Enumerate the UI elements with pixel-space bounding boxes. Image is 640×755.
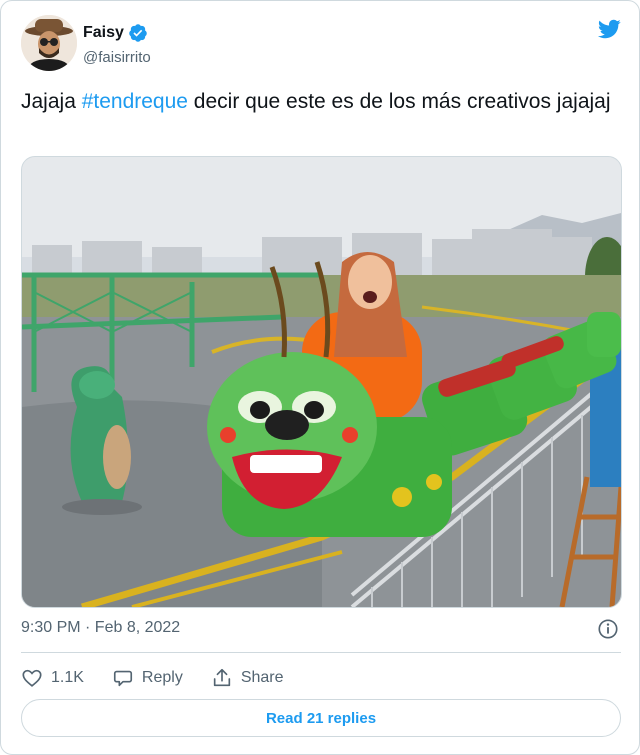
tweet-card: Faisy @faisirrito Jajaja #tendreque deci…: [0, 0, 640, 755]
avatar[interactable]: [21, 15, 77, 71]
share-icon: [213, 668, 230, 687]
read-replies-button[interactable]: Read 21 replies: [21, 699, 621, 737]
tweet-text: Jajaja #tendreque decir que este es de l…: [21, 87, 621, 116]
twitter-bird-icon[interactable]: [595, 17, 623, 41]
author-handle[interactable]: @faisirrito: [83, 49, 151, 66]
share-button[interactable]: Share: [211, 667, 284, 689]
tweet-photo[interactable]: [21, 156, 622, 608]
author-name[interactable]: Faisy: [83, 23, 148, 43]
share-label: Share: [240, 669, 284, 686]
photo-illustration: [22, 157, 621, 607]
divider: [21, 652, 621, 653]
like-count: 1.1K: [51, 669, 84, 686]
reply-bubble-icon: [113, 670, 132, 687]
heart-icon: [22, 669, 42, 687]
tweet-text-end: decir que este es de los más creativos j…: [187, 90, 611, 113]
reply-label: Reply: [141, 669, 183, 686]
hashtag-link[interactable]: #tendreque: [82, 90, 188, 113]
author-name-text: Faisy: [83, 24, 124, 41]
tweet-header: Faisy @faisirrito: [21, 15, 623, 75]
verified-badge-icon: [129, 24, 147, 42]
info-icon[interactable]: [597, 618, 619, 640]
tweet-actions: 1.1K Reply Share: [21, 665, 312, 691]
reply-button[interactable]: Reply: [112, 667, 183, 689]
tweet-timestamp[interactable]: 9:30 PM · Feb 8, 2022: [21, 619, 180, 637]
tweet-text-start: Jajaja: [21, 90, 82, 113]
like-button[interactable]: 1.1K: [21, 667, 84, 689]
